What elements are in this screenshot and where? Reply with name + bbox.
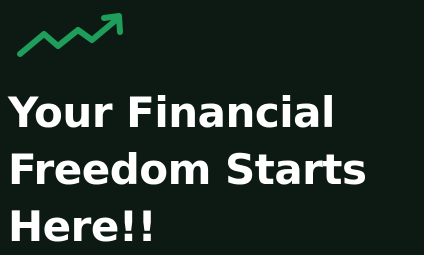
- headline-line-3: Here!!: [8, 202, 157, 251]
- headline-line-2: Freedom Starts: [8, 145, 367, 194]
- hero-banner: Your Financial Freedom Starts Here!!: [0, 0, 424, 252]
- trending-up-icon: [17, 13, 123, 57]
- hero-headline: Your Financial Freedom Starts Here!!: [8, 84, 422, 255]
- headline-line-1: Your Financial: [8, 88, 335, 137]
